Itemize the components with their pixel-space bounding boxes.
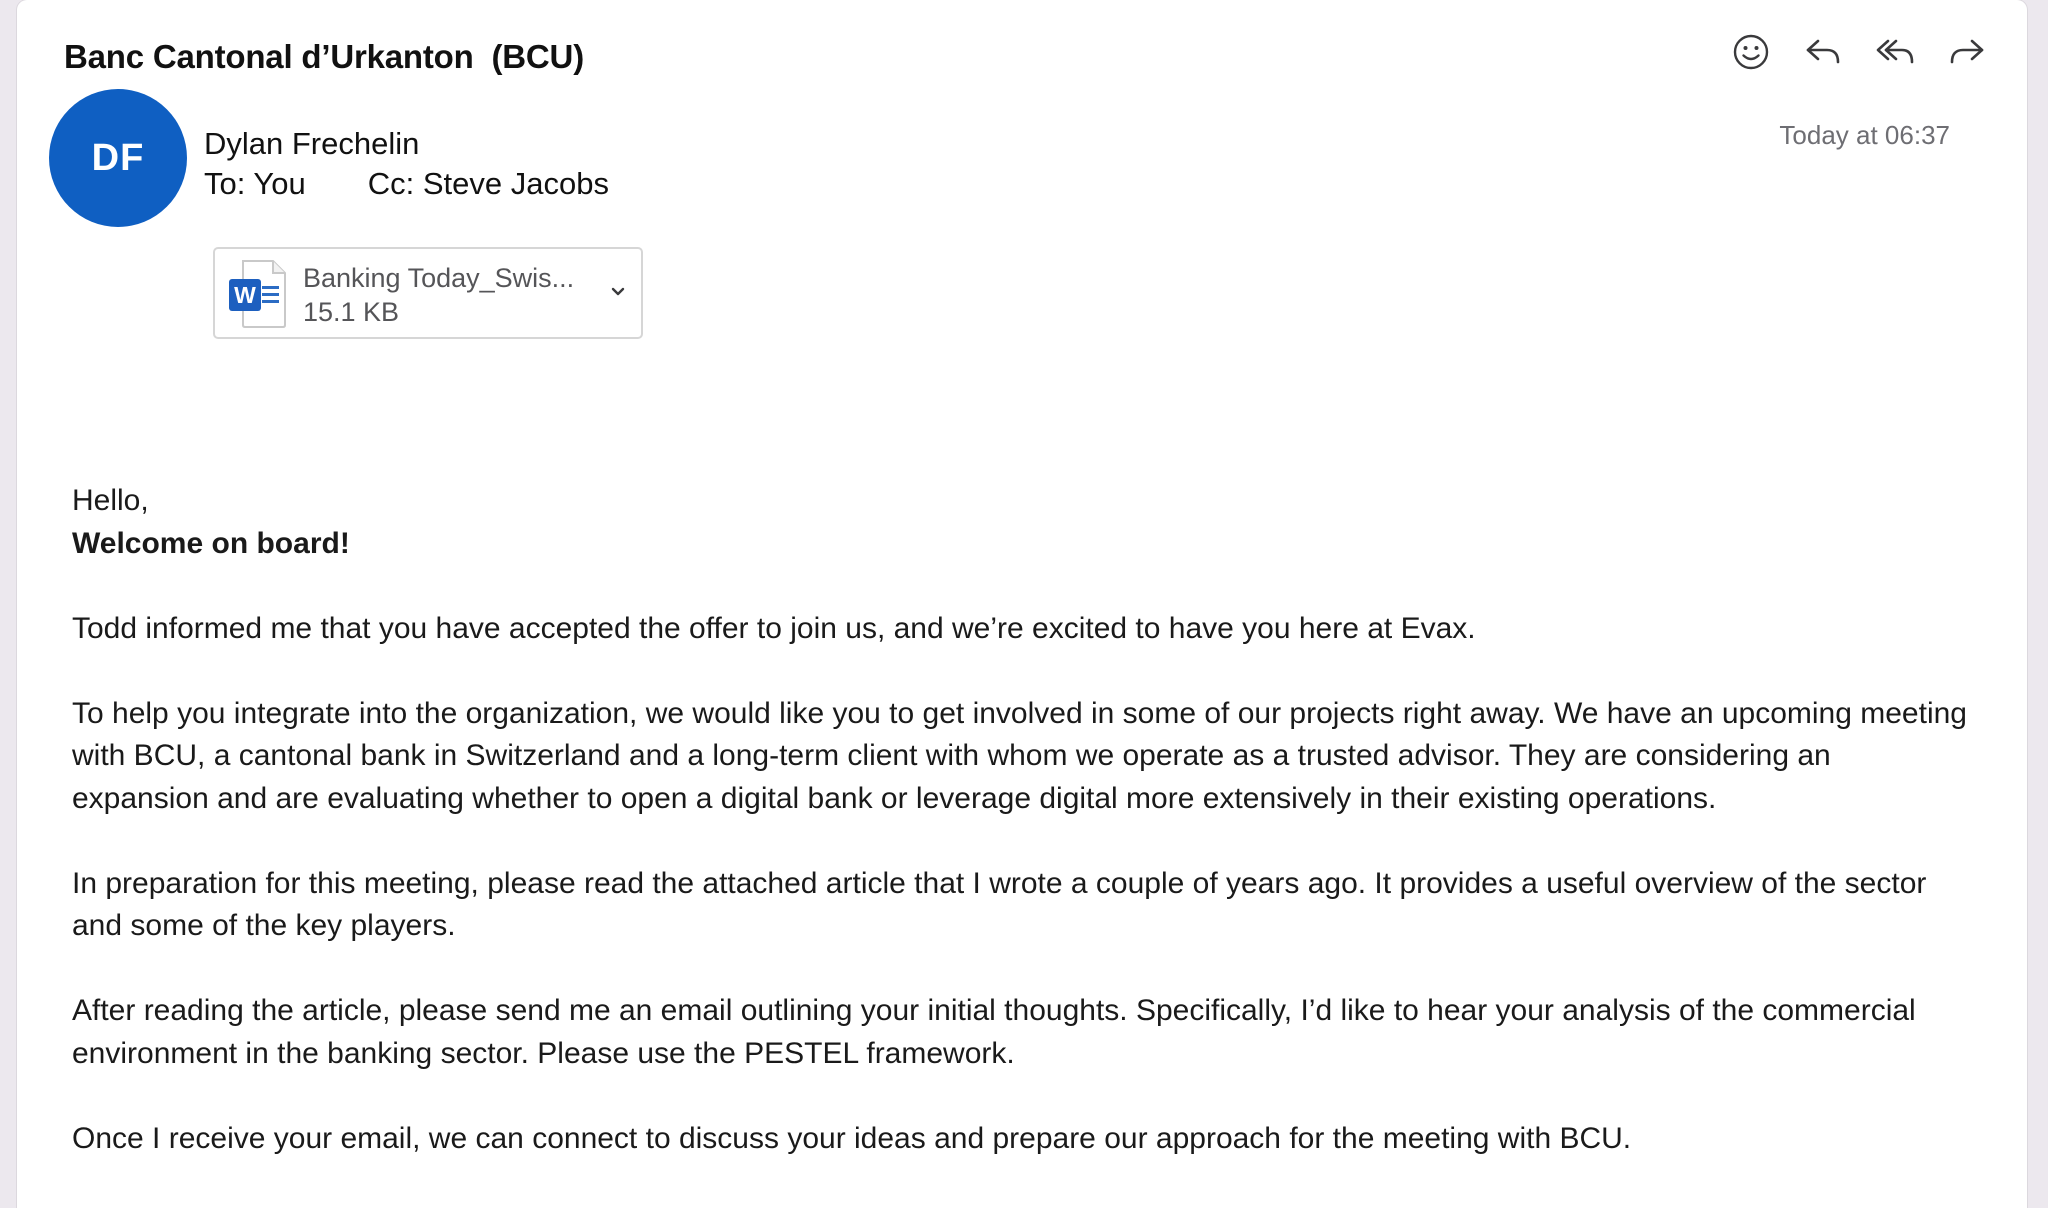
body-paragraph-1: Todd informed me that you have accepted …	[72, 611, 1476, 645]
forward-icon	[1950, 39, 1984, 64]
forward-button[interactable]	[1945, 30, 1989, 74]
email-timestamp: Today at 06:37	[1779, 120, 1950, 150]
message-toolbar	[1729, 30, 1989, 74]
reply-all-icon	[1876, 39, 1914, 64]
attachment-filename: Banking Today_Swis...	[303, 263, 575, 293]
recipients-line: To: You Cc: Steve Jacobs	[204, 166, 609, 202]
body-paragraph-2: To help you integrate into the organizat…	[72, 696, 1967, 815]
sender-avatar[interactable]: DF	[49, 89, 187, 227]
body-paragraph-4: After reading the article, please send m…	[72, 994, 1916, 1070]
chevron-down-icon[interactable]	[607, 281, 629, 303]
word-document-icon: W	[229, 260, 286, 328]
reply-all-button[interactable]	[1873, 30, 1917, 74]
to-recipient[interactable]: To: You	[204, 166, 306, 202]
greeting-line: Hello,	[72, 484, 149, 517]
cc-recipient[interactable]: Cc: Steve Jacobs	[368, 166, 609, 202]
attachment-size: 15.1 KB	[303, 297, 400, 327]
email-body: Hello, Welcome on board! Todd informed m…	[72, 480, 1972, 1160]
reply-icon	[1806, 39, 1840, 64]
email-window: Banc Cantonal d’Urkanton (BCU) DF Dylan …	[17, 0, 2027, 1208]
body-paragraph-3: In preparation for this meeting, please …	[72, 866, 1927, 943]
email-subject: Banc Cantonal d’Urkanton (BCU)	[64, 38, 584, 75]
svg-text:W: W	[234, 282, 256, 308]
emoji-reaction-button[interactable]	[1729, 30, 1773, 74]
reply-button[interactable]	[1801, 30, 1845, 74]
smiley-icon	[1733, 34, 1769, 70]
sender-name[interactable]: Dylan Frechelin	[204, 126, 419, 162]
attachment-card[interactable]: W Banking Today_Swis... 15.1 KB	[213, 247, 643, 339]
welcome-line: Welcome on board!	[72, 526, 350, 560]
body-paragraph-5: Once I receive your email, we can connec…	[72, 1121, 1632, 1155]
